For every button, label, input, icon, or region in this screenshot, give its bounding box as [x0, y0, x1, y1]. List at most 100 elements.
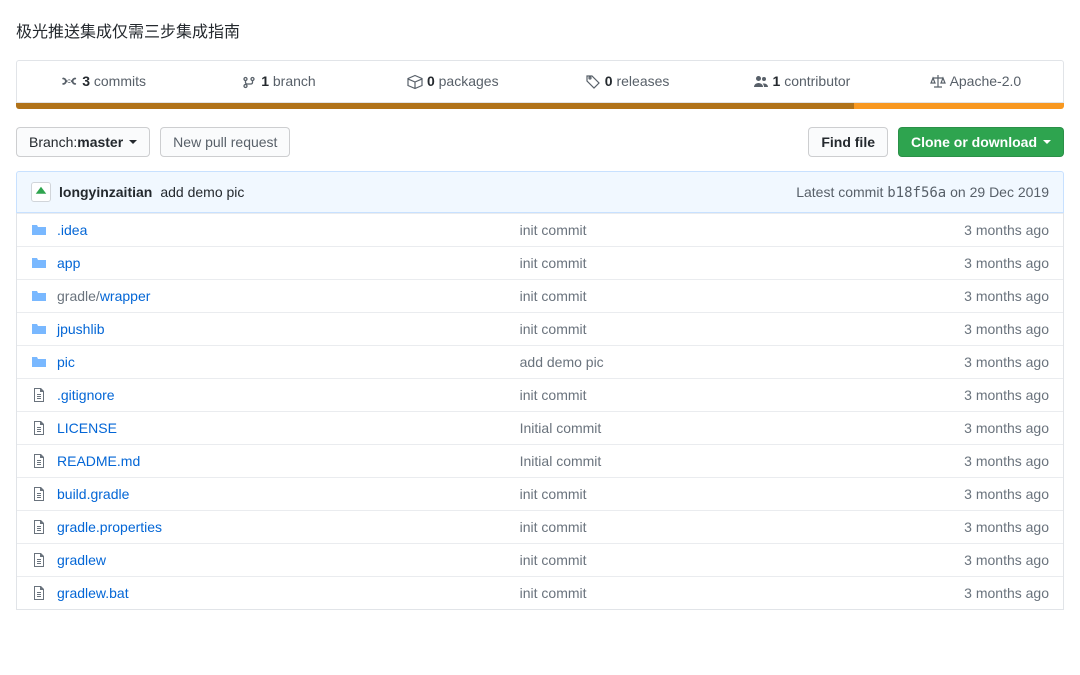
- contributors-count: 1: [773, 73, 781, 89]
- file-commit-message[interactable]: init commit: [520, 387, 879, 403]
- file-name-wrap: README.md: [57, 453, 140, 469]
- file-time: 3 months ago: [879, 453, 1049, 469]
- file-commit-message[interactable]: Initial commit: [520, 453, 879, 469]
- clone-download-button[interactable]: Clone or download: [898, 127, 1064, 157]
- stat-license[interactable]: Apache-2.0: [889, 61, 1063, 102]
- file-time: 3 months ago: [879, 387, 1049, 403]
- new-pull-request-button[interactable]: New pull request: [160, 127, 290, 157]
- repo-description: 极光推送集成仅需三步集成指南: [16, 18, 1064, 42]
- file-row: app init commit 3 months ago: [17, 246, 1063, 279]
- file-time: 3 months ago: [879, 288, 1049, 304]
- file-row: build.gradle init commit 3 months ago: [17, 477, 1063, 510]
- branch-name: master: [77, 134, 123, 150]
- package-icon: [407, 74, 423, 90]
- stat-packages[interactable]: 0 packages: [366, 61, 540, 102]
- file-commit-message[interactable]: init commit: [520, 552, 879, 568]
- file-link[interactable]: gradlew: [57, 552, 106, 568]
- language-segment: [16, 103, 854, 109]
- file-commit-message[interactable]: add demo pic: [520, 354, 879, 370]
- branch-prefix: Branch:: [29, 134, 77, 150]
- stat-releases[interactable]: 0 releases: [540, 61, 714, 102]
- commit-message[interactable]: add demo pic: [160, 184, 244, 200]
- file-row: gradlew init commit 3 months ago: [17, 543, 1063, 576]
- commit-sha[interactable]: b18f56a: [887, 185, 946, 201]
- file-link[interactable]: LICENSE: [57, 420, 117, 436]
- file-commit-message[interactable]: init commit: [520, 255, 879, 271]
- file-row: gradle.properties init commit 3 months a…: [17, 510, 1063, 543]
- branches-label: branch: [273, 73, 316, 89]
- file-link[interactable]: .idea: [57, 222, 87, 238]
- folder-icon: [31, 222, 47, 238]
- file-name-wrap: app: [57, 255, 80, 271]
- file-commit-message[interactable]: init commit: [520, 222, 879, 238]
- file-commit-message[interactable]: init commit: [520, 585, 879, 601]
- file-icon: [31, 552, 47, 568]
- file-commit-message[interactable]: init commit: [520, 519, 879, 535]
- releases-count: 0: [605, 73, 613, 89]
- actions-row: Branch: master New pull request Find fil…: [16, 127, 1064, 157]
- tag-icon: [585, 74, 601, 90]
- commit-icon: [62, 74, 78, 90]
- folder-icon: [31, 288, 47, 304]
- commits-label: commits: [94, 73, 146, 89]
- file-time: 3 months ago: [879, 354, 1049, 370]
- file-icon: [31, 585, 47, 601]
- file-commit-message[interactable]: init commit: [520, 321, 879, 337]
- file-commit-message[interactable]: init commit: [520, 288, 879, 304]
- latest-commit-prefix: Latest commit: [796, 184, 887, 200]
- latest-commit-header: longyinzaitian add demo pic Latest commi…: [16, 171, 1064, 213]
- commit-author[interactable]: longyinzaitian: [59, 184, 152, 200]
- stat-branches[interactable]: 1 branch: [191, 61, 365, 102]
- folder-icon: [31, 321, 47, 337]
- caret-down-icon: [1043, 140, 1051, 144]
- file-link[interactable]: README.md: [57, 453, 140, 469]
- file-name-wrap: gradlew: [57, 552, 106, 568]
- file-icon: [31, 486, 47, 502]
- stat-contributors[interactable]: 1 contributor: [714, 61, 888, 102]
- file-link[interactable]: build.gradle: [57, 486, 129, 502]
- file-row: .idea init commit 3 months ago: [17, 213, 1063, 246]
- language-bar[interactable]: [16, 103, 1064, 109]
- file-time: 3 months ago: [879, 585, 1049, 601]
- file-link[interactable]: .gitignore: [57, 387, 115, 403]
- stat-commits[interactable]: 3 commits: [17, 61, 191, 102]
- folder-icon: [31, 255, 47, 271]
- commits-count: 3: [82, 73, 90, 89]
- file-name-wrap: pic: [57, 354, 75, 370]
- find-file-button[interactable]: Find file: [808, 127, 888, 157]
- file-icon: [31, 519, 47, 535]
- file-icon: [31, 387, 47, 403]
- branch-select-button[interactable]: Branch: master: [16, 127, 150, 157]
- file-link[interactable]: wrapper: [100, 288, 151, 304]
- file-link[interactable]: gradlew.bat: [57, 585, 129, 601]
- file-time: 3 months ago: [879, 222, 1049, 238]
- clone-label: Clone or download: [911, 134, 1037, 150]
- branches-count: 1: [261, 73, 269, 89]
- license-label: Apache-2.0: [950, 73, 1022, 89]
- packages-label: packages: [439, 73, 499, 89]
- file-time: 3 months ago: [879, 321, 1049, 337]
- file-icon: [31, 453, 47, 469]
- file-link[interactable]: pic: [57, 354, 75, 370]
- file-commit-message[interactable]: init commit: [520, 486, 879, 502]
- commit-date: on 29 Dec 2019: [946, 184, 1049, 200]
- file-row: jpushlib init commit 3 months ago: [17, 312, 1063, 345]
- commit-meta: Latest commit b18f56a on 29 Dec 2019: [796, 184, 1049, 201]
- language-segment: [854, 103, 1064, 109]
- file-commit-message[interactable]: Initial commit: [520, 420, 879, 436]
- file-time: 3 months ago: [879, 552, 1049, 568]
- file-row: README.md Initial commit 3 months ago: [17, 444, 1063, 477]
- file-row: gradle/wrapper init commit 3 months ago: [17, 279, 1063, 312]
- file-row: LICENSE Initial commit 3 months ago: [17, 411, 1063, 444]
- file-time: 3 months ago: [879, 420, 1049, 436]
- file-name-wrap: .idea: [57, 222, 87, 238]
- packages-count: 0: [427, 73, 435, 89]
- file-path-prefix: gradle/: [57, 288, 100, 304]
- releases-label: releases: [616, 73, 669, 89]
- file-link[interactable]: gradle.properties: [57, 519, 162, 535]
- file-row: gradlew.bat init commit 3 months ago: [17, 576, 1063, 609]
- file-link[interactable]: jpushlib: [57, 321, 104, 337]
- file-row: .gitignore init commit 3 months ago: [17, 378, 1063, 411]
- file-link[interactable]: app: [57, 255, 80, 271]
- avatar[interactable]: [31, 182, 51, 202]
